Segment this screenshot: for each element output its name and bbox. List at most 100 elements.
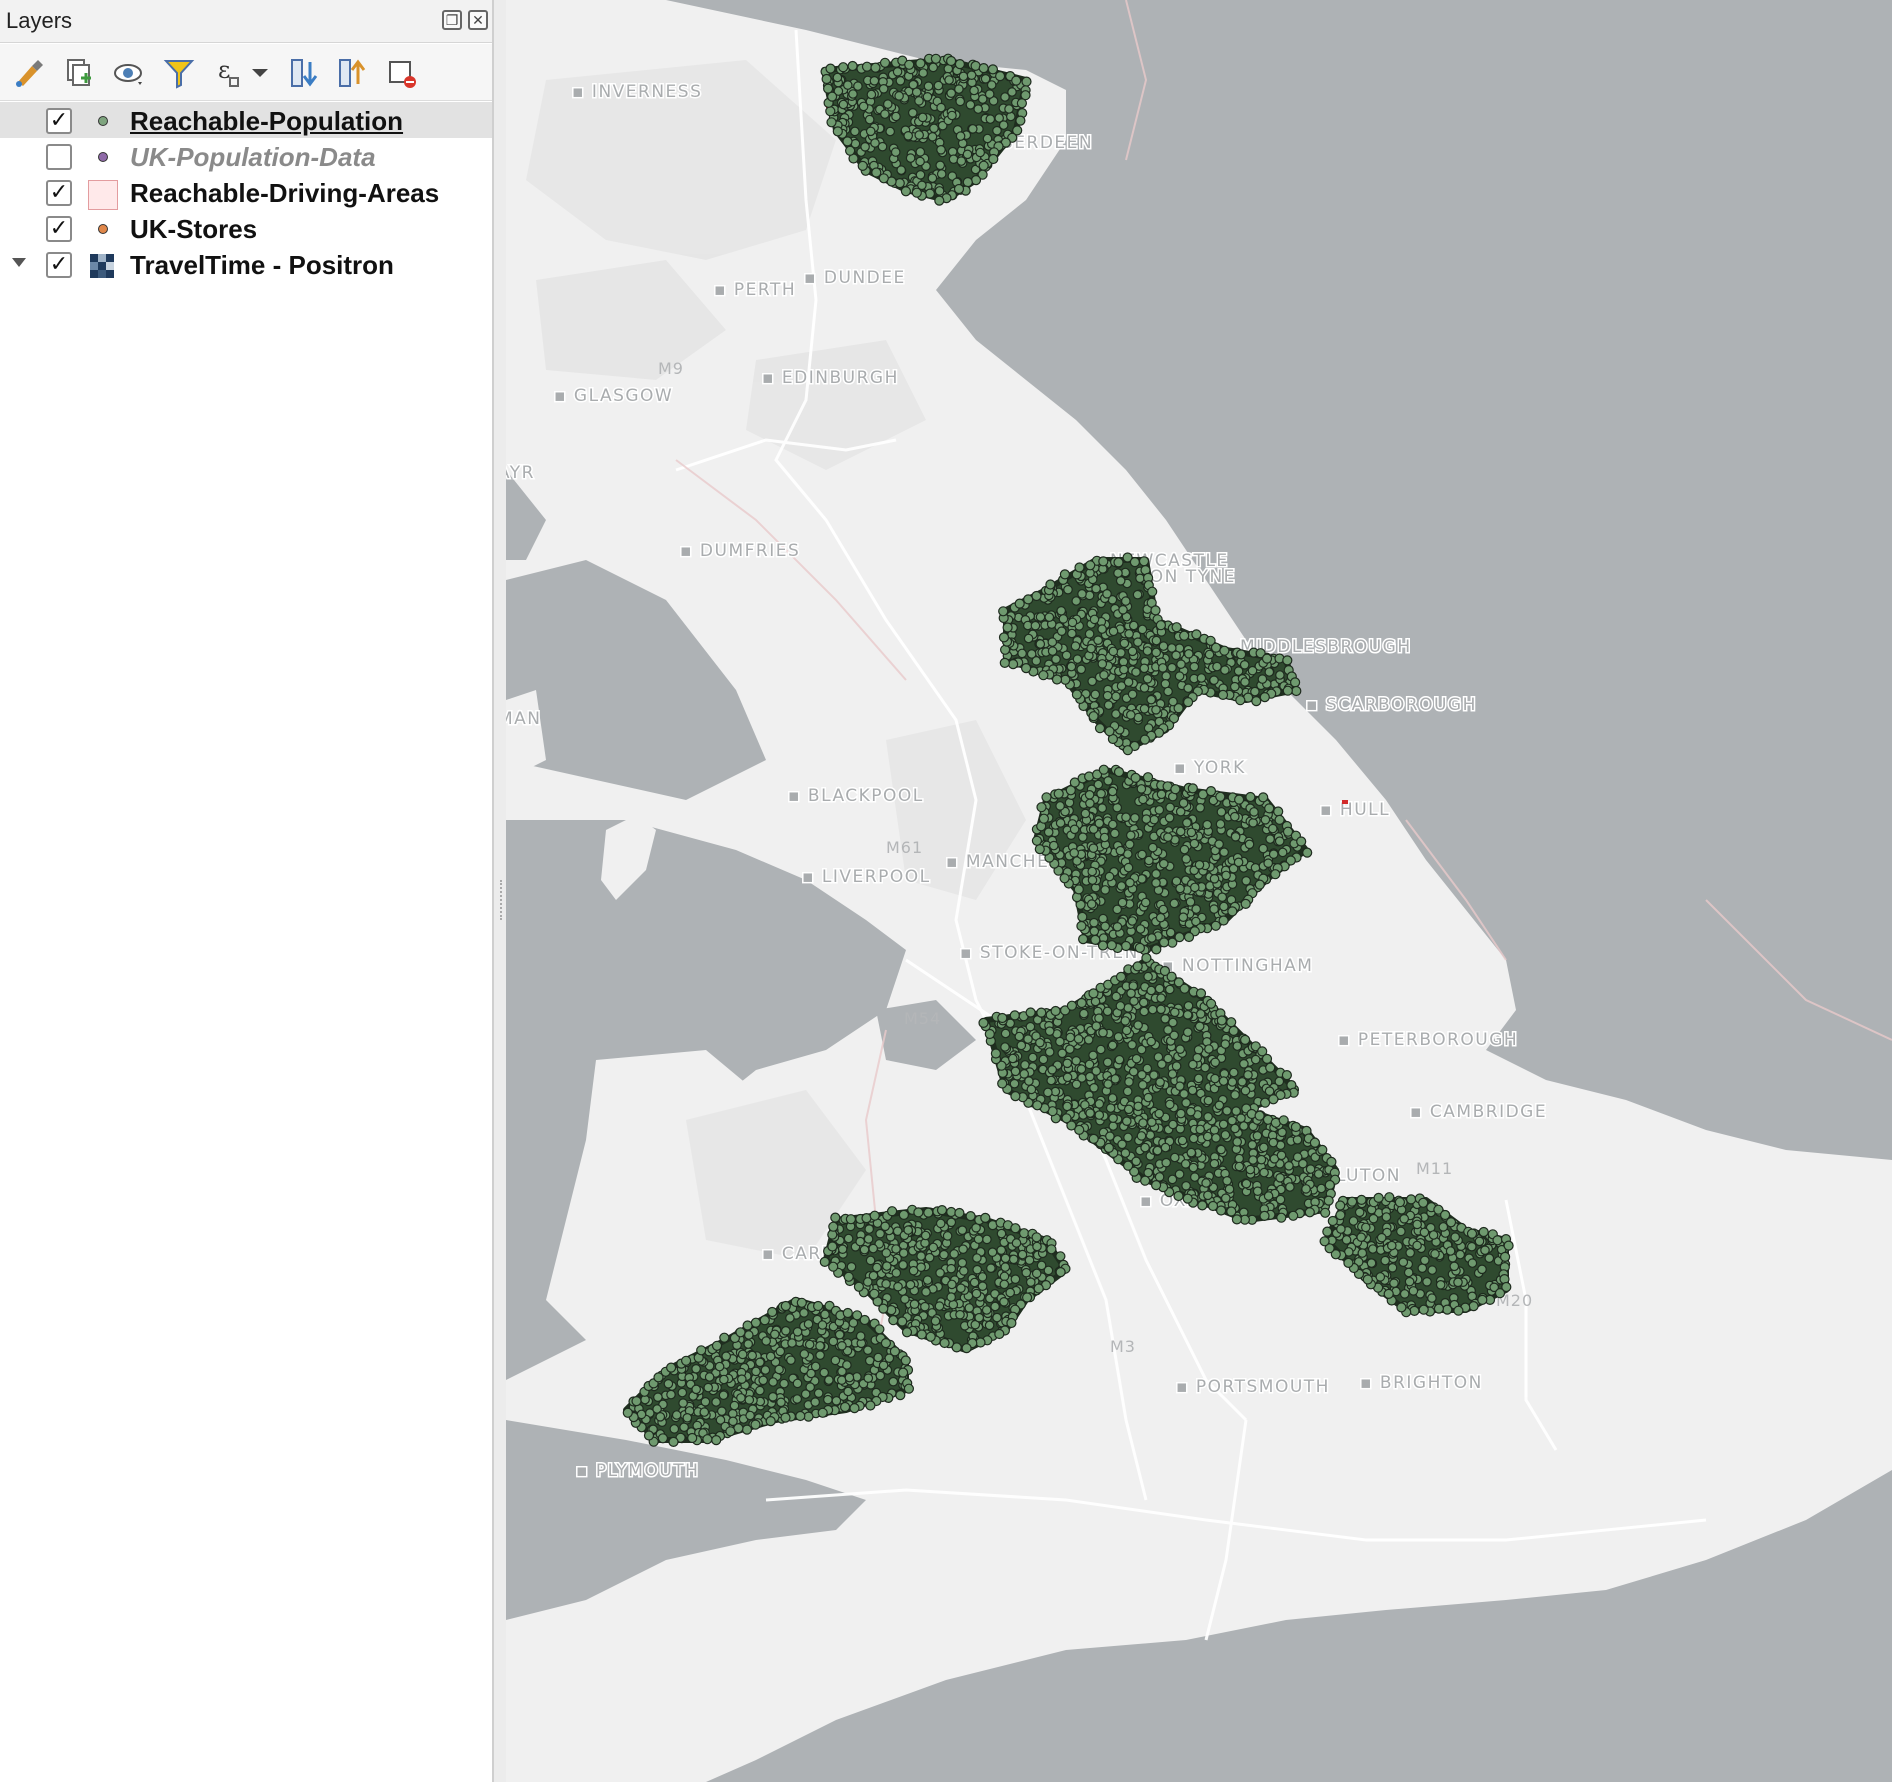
- chevron-down-icon[interactable]: [248, 54, 272, 92]
- population-point: [1128, 1066, 1139, 1077]
- population-point: [1130, 812, 1140, 823]
- population-point: [1087, 866, 1097, 877]
- population-point: [1089, 1083, 1099, 1093]
- population-point: [1007, 87, 1017, 97]
- map-canvas[interactable]: ▪ INVERNESS ABERDEEN ▪ PERTH ▪ DUNDEE ▪ …: [506, 0, 1892, 1782]
- expand-all-icon[interactable]: [286, 54, 324, 92]
- population-point: [915, 147, 926, 157]
- population-point: [1428, 1230, 1439, 1240]
- population-point: [875, 1228, 885, 1239]
- population-point: [917, 112, 928, 123]
- layer-row-uk-population-data[interactable]: UK-Population-Data: [0, 138, 492, 174]
- population-point: [1099, 832, 1110, 843]
- population-point: [1158, 641, 1169, 651]
- population-point: [799, 1308, 809, 1318]
- population-point: [747, 1350, 757, 1361]
- population-point: [1076, 1064, 1087, 1074]
- population-point: [775, 1346, 786, 1357]
- population-point: [1275, 1194, 1286, 1205]
- population-point: [978, 160, 989, 171]
- population-point: [1389, 1278, 1399, 1288]
- population-point: [837, 1341, 847, 1351]
- population-point: [1214, 1100, 1225, 1111]
- layer-row-traveltime-positron[interactable]: ✓ TravelTime - Positron: [0, 246, 492, 282]
- float-window-icon[interactable]: ❐: [442, 10, 462, 30]
- basemap: ▪ INVERNESS ABERDEEN ▪ PERTH ▪ DUNDEE ▪ …: [506, 0, 1892, 1782]
- population-point: [1120, 596, 1131, 606]
- population-point: [817, 1407, 828, 1418]
- population-point: [1150, 1179, 1162, 1191]
- population-point: [865, 126, 876, 137]
- population-point: [955, 131, 966, 141]
- population-point: [999, 1271, 1010, 1282]
- close-icon[interactable]: ✕: [468, 10, 488, 30]
- population-point: [1185, 1106, 1196, 1117]
- population-point: [792, 1394, 802, 1404]
- population-point: [744, 1330, 754, 1340]
- collapse-arrow-icon[interactable]: [12, 258, 26, 267]
- population-point: [1205, 785, 1217, 797]
- population-point: [1031, 1232, 1042, 1243]
- population-point: [1179, 983, 1190, 994]
- layer-visibility-checkbox[interactable]: ✓: [46, 108, 72, 134]
- layer-visibility-checkbox[interactable]: ✓: [46, 216, 72, 242]
- population-point: [1296, 836, 1307, 847]
- population-point: [1089, 926, 1100, 936]
- filter-legend-icon[interactable]: [160, 54, 198, 92]
- population-point: [1354, 1207, 1365, 1218]
- population-point: [1418, 1304, 1429, 1315]
- population-point: [832, 72, 843, 83]
- layer-visibility-checkbox[interactable]: ✓: [46, 180, 72, 206]
- layer-row-reachable-population[interactable]: ✓ Reachable-Population: [0, 102, 492, 138]
- population-point: [1216, 1015, 1227, 1026]
- population-point: [1327, 1215, 1338, 1227]
- population-point: [1191, 904, 1201, 914]
- population-point: [842, 1307, 853, 1319]
- population-point: [1110, 1074, 1121, 1084]
- layer-name: UK-Population-Data: [130, 142, 376, 172]
- population-point: [1158, 937, 1170, 948]
- population-point: [1163, 1025, 1173, 1035]
- population-point: [1122, 1160, 1134, 1171]
- population-point: [971, 1288, 982, 1299]
- population-point: [631, 1395, 642, 1407]
- population-point: [1016, 1040, 1027, 1051]
- population-point: [1384, 1192, 1395, 1203]
- remove-layer-icon[interactable]: [384, 54, 422, 92]
- population-point: [904, 59, 915, 70]
- population-point: [1045, 579, 1056, 590]
- open-layer-styling-icon[interactable]: [10, 54, 48, 92]
- point-symbol-icon: [88, 216, 118, 242]
- population-point: [1161, 671, 1171, 681]
- population-point: [1123, 1104, 1134, 1115]
- population-point: [1137, 1080, 1148, 1090]
- population-point: [653, 1392, 663, 1402]
- population-point: [1442, 1304, 1453, 1315]
- manage-map-themes-icon[interactable]: [110, 54, 148, 92]
- population-point: [1182, 817, 1192, 828]
- layer-row-reachable-driving-areas[interactable]: ✓ Reachable-Driving-Areas: [0, 174, 492, 210]
- population-point: [1170, 784, 1181, 795]
- population-point: [744, 1395, 755, 1405]
- population-point: [978, 1017, 989, 1029]
- layer-visibility-checkbox[interactable]: ✓: [46, 252, 72, 278]
- population-point: [894, 91, 904, 101]
- add-group-icon[interactable]: [60, 54, 98, 92]
- collapse-all-icon[interactable]: [334, 54, 372, 92]
- layer-visibility-checkbox[interactable]: [46, 144, 72, 170]
- city-label: ▪ PERTH: [714, 280, 796, 300]
- population-point: [918, 68, 928, 78]
- population-point: [1046, 1075, 1056, 1086]
- population-point: [1067, 628, 1077, 639]
- population-point: [1292, 1135, 1303, 1145]
- filter-by-expression-icon[interactable]: ε: [212, 54, 250, 92]
- population-point: [1085, 1108, 1095, 1118]
- population-point: [935, 1218, 946, 1229]
- population-point: [1228, 1025, 1239, 1037]
- layer-row-uk-stores[interactable]: ✓ UK-Stores: [0, 210, 492, 246]
- population-point: [1083, 1035, 1094, 1045]
- population-point: [881, 1279, 891, 1289]
- population-point: [929, 123, 939, 134]
- population-point: [666, 1362, 677, 1373]
- population-point: [869, 1210, 880, 1221]
